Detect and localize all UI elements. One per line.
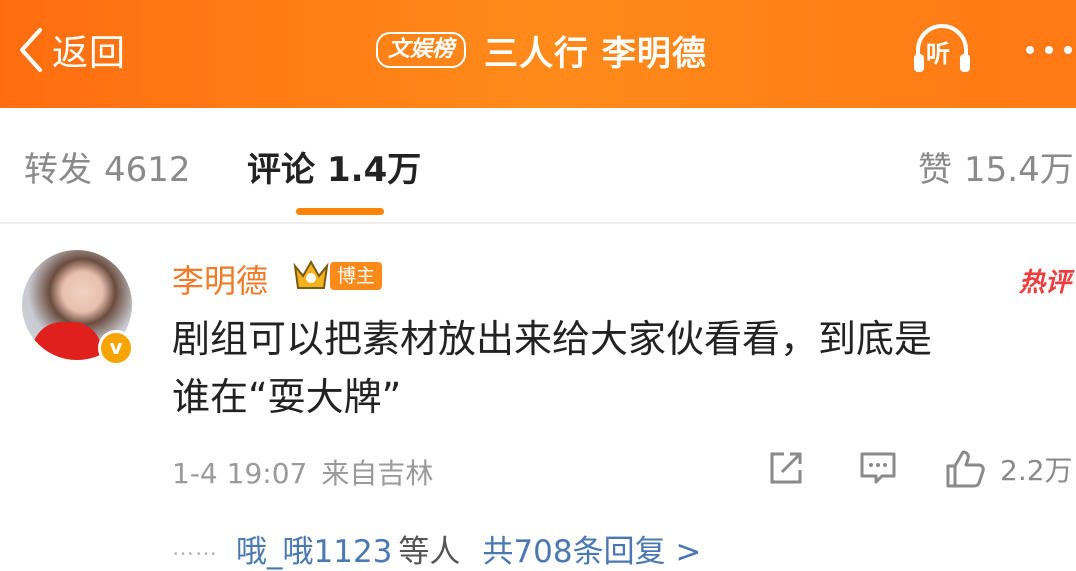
verified-badge-icon: v: [98, 330, 134, 366]
active-tab-indicator: [296, 208, 384, 215]
more-dots-icon[interactable]: [1026, 22, 1072, 78]
comment-source: 来自吉林: [321, 457, 434, 490]
back-label: 返回: [52, 33, 127, 74]
tab-comment-count: 1.4万: [327, 150, 422, 190]
comment-text-line-1: 剧组可以把素材放出来给大家伙看看，到底是: [172, 317, 933, 361]
comment-time: 1-4 19:07: [172, 457, 308, 490]
tab-comment-label: 评论: [247, 150, 315, 190]
comment-author[interactable]: 李明德: [172, 256, 268, 302]
listen-button[interactable]: 听: [910, 20, 974, 76]
hot-comment-tag: 热评: [1019, 268, 1072, 298]
author-tag: 博主: [330, 262, 383, 290]
tab-repost-count: 4612: [104, 150, 191, 190]
back-button[interactable]: 返回: [16, 22, 126, 78]
tab-comment[interactable]: 评论 1.4万: [247, 148, 421, 192]
tab-like[interactable]: 赞 15.4万: [918, 148, 1074, 192]
tab-repost[interactable]: 转发 4612: [24, 148, 191, 192]
avatar-shirt: [32, 322, 102, 360]
reply-suffix: 等人: [398, 534, 461, 570]
comment-meta: 1-4 19:07 来自吉林: [172, 452, 433, 492]
view-replies-link[interactable]: 共708条回复 >: [482, 526, 701, 571]
reply-button[interactable]: [858, 448, 898, 492]
crown-icon: [293, 259, 329, 289]
share-icon: [770, 452, 802, 484]
page-title: 三人行 李明德: [484, 33, 707, 74]
comment-text: 剧组可以把素材放出来给大家伙看看，到底是 谁在“耍大牌”: [172, 310, 1072, 426]
title-area: 文娱榜 三人行 李明德: [376, 22, 707, 78]
comment-icon: [860, 452, 896, 484]
chevron-left-icon: [20, 28, 42, 72]
tab-like-label: 赞: [918, 150, 952, 190]
tab-repost-label: 转发: [24, 150, 92, 190]
reply-summary: …… 哦_哦1123 等人 共708条回复 >: [172, 526, 701, 571]
ranking-badge[interactable]: 文娱榜: [376, 32, 467, 68]
reply-dots: ……: [172, 536, 218, 561]
thumbs-up-icon: [946, 450, 985, 488]
share-button[interactable]: [766, 448, 806, 492]
reply-user-link[interactable]: 哦_哦1123: [236, 526, 392, 571]
like-button[interactable]: 2.2万: [944, 448, 1073, 490]
top-nav-bar: 返回 文娱榜 三人行 李明德 听: [0, 0, 1076, 108]
listen-label: 听: [926, 40, 950, 68]
like-count: 2.2万: [1000, 454, 1073, 487]
comment-text-line-2: 谁在“耍大牌”: [172, 375, 402, 419]
tab-like-count: 15.4万: [964, 150, 1074, 190]
tab-bar: 转发 4612 评论 1.4万 赞 15.4万: [0, 108, 1076, 224]
